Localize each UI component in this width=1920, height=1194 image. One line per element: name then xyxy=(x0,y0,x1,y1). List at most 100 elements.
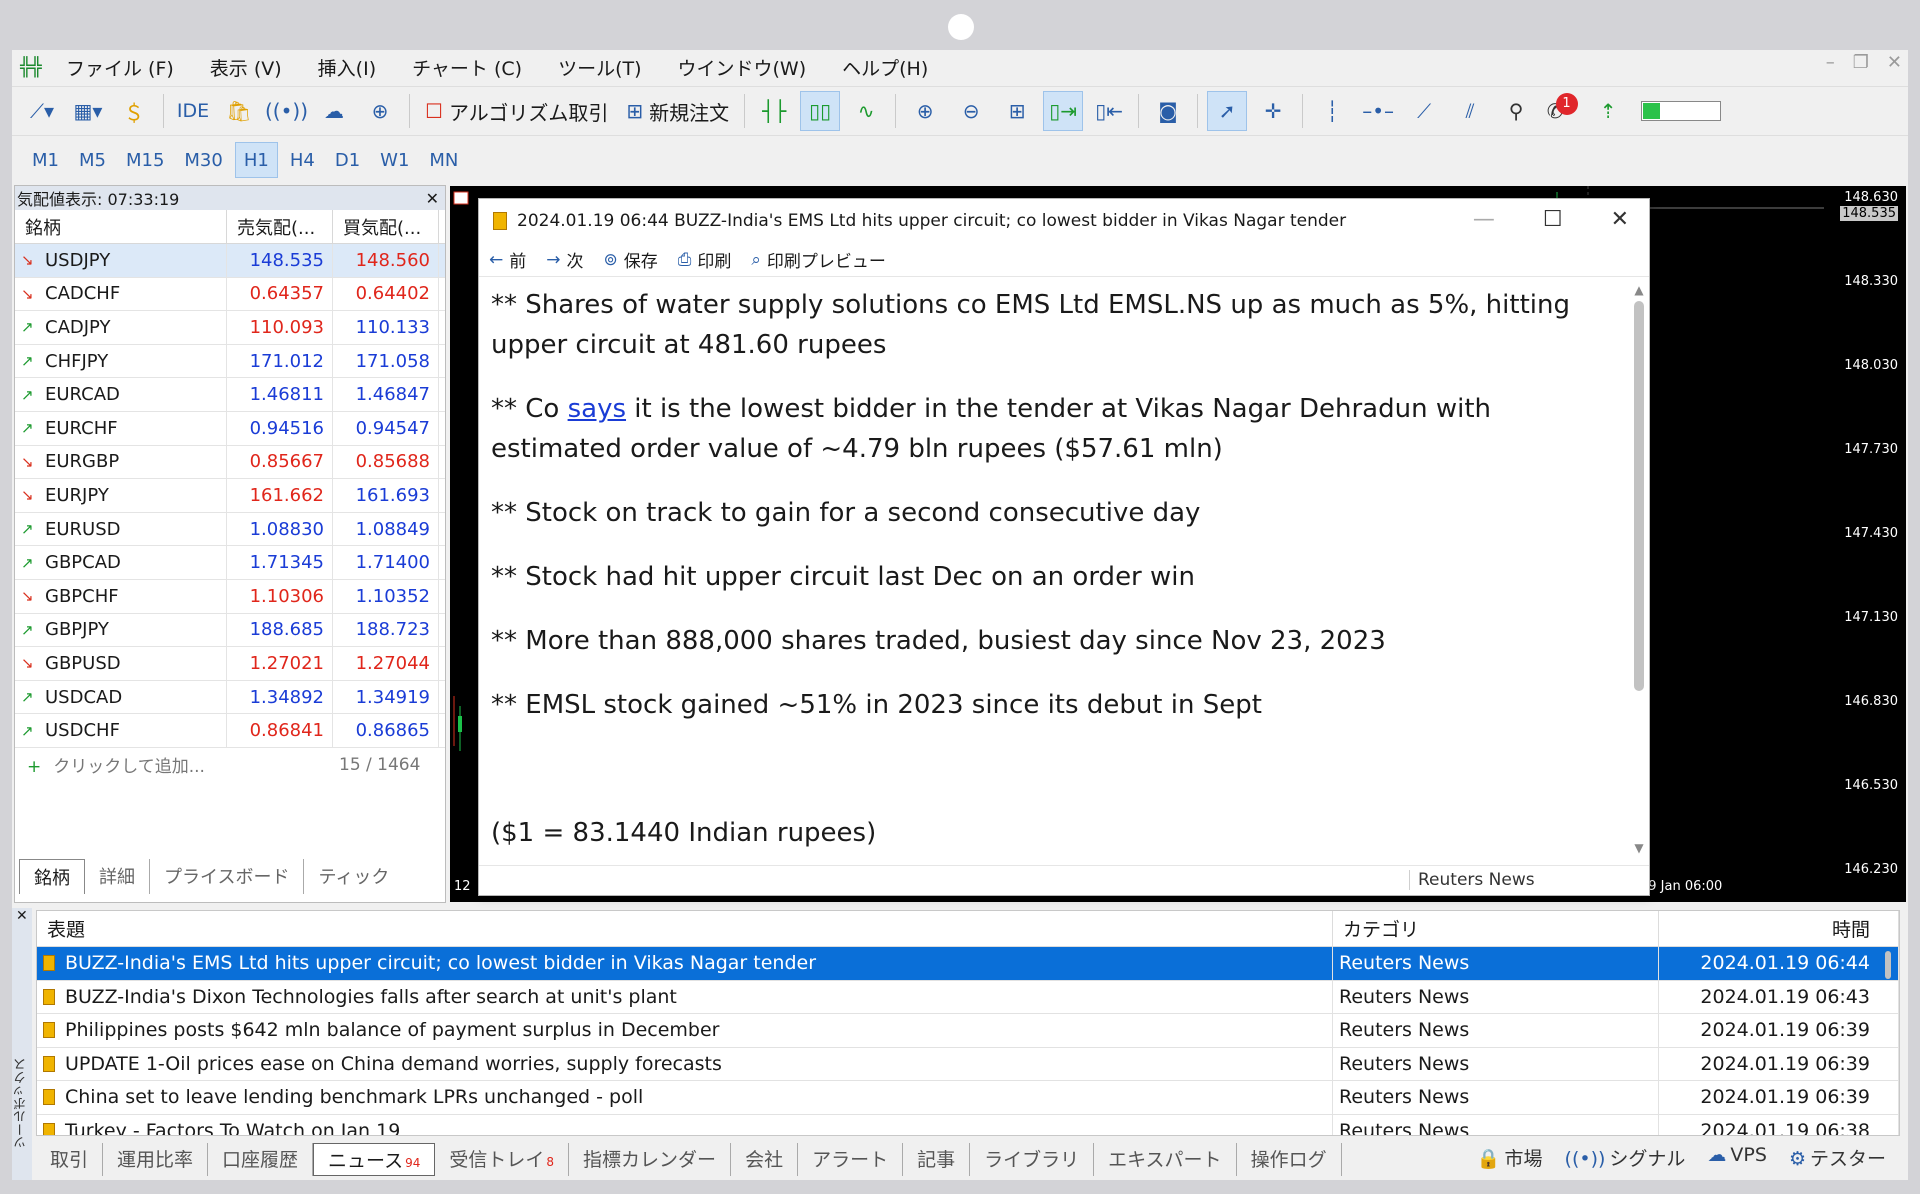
print-button[interactable]: ⎙ 印刷 xyxy=(678,247,732,273)
symbol-row[interactable]: ↗ GBPCAD 1.71345 1.71400 xyxy=(15,546,445,580)
toolbox-tab[interactable]: 操作ログ xyxy=(1237,1142,1342,1176)
news-row[interactable]: Philippines posts $642 mln balance of pa… xyxy=(37,1014,1899,1048)
toolbox-tab[interactable]: ライブラリ xyxy=(970,1142,1095,1176)
trendline-icon[interactable]: ⟋ xyxy=(1404,91,1444,131)
news-row[interactable]: BUZZ-India's Dixon Technologies falls af… xyxy=(37,980,1899,1014)
close-icon[interactable]: ✕ xyxy=(12,908,32,924)
scroll-thumb[interactable] xyxy=(1634,301,1644,691)
toolbox-tab[interactable]: アラート xyxy=(798,1142,904,1176)
tab-priceboard[interactable]: プライスボード xyxy=(150,859,305,894)
crosshair-icon[interactable]: ✛ xyxy=(1253,91,1293,131)
print-preview-button[interactable]: ⌕ 印刷プレビュー xyxy=(751,247,886,273)
news-scrollbar[interactable]: ▲ ▼ xyxy=(1631,283,1647,857)
timeframe-h4[interactable]: H4 xyxy=(282,142,323,178)
cursor-icon[interactable]: ➚ xyxy=(1207,91,1248,131)
search-icon[interactable]: ⚲ xyxy=(1496,91,1536,131)
bar-chart-icon[interactable]: ┤├ xyxy=(754,91,794,131)
news-row[interactable]: China set to leave lending benchmark LPR… xyxy=(37,1081,1899,1115)
candlestick-icon[interactable]: ▯▯ xyxy=(800,91,841,131)
toolbox-tab[interactable]: 指標カレンダー xyxy=(569,1142,732,1176)
forward-button[interactable]: → 次 xyxy=(546,247,583,273)
maximize-icon[interactable]: ☐ xyxy=(1543,207,1563,232)
dollar-icon[interactable]: ＄ xyxy=(114,91,154,131)
menu-file[interactable]: ファイル (F) xyxy=(48,54,192,81)
zoom-in-icon[interactable]: ⊕ xyxy=(905,91,945,131)
market-bag-icon[interactable]: 🛍 xyxy=(219,91,259,131)
scroll-down-icon[interactable]: ▼ xyxy=(1631,841,1647,855)
symbol-row[interactable]: ↗ EURCAD 1.46811 1.46847 xyxy=(15,378,445,412)
restore-icon[interactable]: ❐ xyxy=(1853,52,1869,73)
notification-icon[interactable]: ✆ 1 xyxy=(1542,91,1582,131)
timeframe-m15[interactable]: M15 xyxy=(118,142,172,178)
vps-globe-icon[interactable]: ⊕ xyxy=(360,91,400,131)
timeframe-h1[interactable]: H1 xyxy=(234,142,278,178)
signal-icon[interactable]: ((•)) xyxy=(265,91,308,131)
news-row[interactable]: Turkey - Factors To Watch on Jan 19 Reute… xyxy=(37,1114,1899,1135)
col-category[interactable]: カテゴリ xyxy=(1333,911,1659,946)
toolbox-tab[interactable]: エキスパート xyxy=(1094,1142,1237,1176)
timeframe-w1[interactable]: W1 xyxy=(372,142,417,178)
algo-trading-button[interactable]: ☐ アルゴリズム取引 xyxy=(419,91,614,131)
vps-link[interactable]: ☁ VPS xyxy=(1707,1144,1767,1171)
menu-help[interactable]: ヘルプ(H) xyxy=(824,54,946,81)
says-link[interactable]: says xyxy=(568,394,626,424)
market-link[interactable]: 🔒 市場 xyxy=(1477,1144,1543,1171)
chart-type-icon[interactable]: ⟋▾ xyxy=(22,91,62,131)
ide-button[interactable]: IDE xyxy=(173,91,213,131)
toolbox-tab[interactable]: 受信トレイ 8 xyxy=(435,1142,570,1176)
col-time[interactable]: 時間 xyxy=(1659,911,1899,946)
back-button[interactable]: ← 前 xyxy=(489,247,526,273)
symbol-row[interactable]: ↗ CADJPY 110.093 110.133 xyxy=(15,311,445,345)
save-button[interactable]: ⊚ 保存 xyxy=(604,247,658,273)
col-ask[interactable]: 買気配(... xyxy=(333,210,439,243)
tester-link[interactable]: ⚙ テスター xyxy=(1789,1144,1886,1171)
minimize-icon[interactable]: — xyxy=(1473,207,1495,232)
table-scroll-thumb[interactable] xyxy=(1885,951,1891,979)
toolbox-tab[interactable]: 取引 xyxy=(36,1142,104,1176)
chart-shift-icon[interactable]: ▯⇤ xyxy=(1089,91,1129,131)
menu-window[interactable]: ウインドウ(W) xyxy=(660,54,825,81)
autoscroll-icon[interactable]: ▯⇥ xyxy=(1043,91,1084,131)
line-chart-icon[interactable]: ∿ xyxy=(846,91,886,131)
toolbox-tab[interactable]: 口座履歴 xyxy=(208,1142,314,1176)
scroll-up-icon[interactable]: ▲ xyxy=(1631,283,1647,297)
menu-chart[interactable]: チャート (C) xyxy=(394,54,540,81)
timeframe-m1[interactable]: M1 xyxy=(24,142,67,178)
close-icon[interactable]: ✕ xyxy=(426,189,439,208)
symbol-row[interactable]: ↗ EURCHF 0.94516 0.94547 xyxy=(15,411,445,446)
cloud-icon[interactable]: ☁ xyxy=(314,91,354,131)
symbol-row[interactable]: ↘ GBPUSD 1.27021 1.27044 xyxy=(15,647,445,681)
vertical-line-icon[interactable]: ┆ xyxy=(1312,91,1352,131)
signals-link[interactable]: ((•)) シグナル xyxy=(1565,1144,1686,1171)
toolbox-tab[interactable]: 会社 xyxy=(731,1142,799,1176)
news-row[interactable]: BUZZ-India's EMS Ltd hits upper circuit;… xyxy=(37,947,1899,981)
menu-tools[interactable]: ツール(T) xyxy=(540,54,659,81)
symbol-row[interactable]: ↗ EURUSD 1.08830 1.08849 xyxy=(15,512,445,547)
new-order-button[interactable]: ⊞ 新規注文 xyxy=(620,91,735,131)
toolbox-tab[interactable]: 記事 xyxy=(903,1142,971,1176)
chart-menu-icon[interactable] xyxy=(453,191,469,205)
toolbox-tab[interactable]: 運用比率 xyxy=(103,1142,209,1176)
news-row[interactable]: UPDATE 1-Oil prices ease on China demand… xyxy=(37,1047,1899,1081)
channel-icon[interactable]: ⫽ xyxy=(1450,91,1490,131)
symbol-row[interactable]: ↗ USDCAD 1.34892 1.34919 xyxy=(15,680,445,715)
timeframe-mn[interactable]: MN xyxy=(421,142,466,178)
tab-ticks[interactable]: ティック xyxy=(304,859,403,894)
timeframe-d1[interactable]: D1 xyxy=(327,142,368,178)
add-symbol-row[interactable]: + クリックして追加... 15 / 1464 xyxy=(15,748,445,782)
tab-symbols[interactable]: 銘柄 xyxy=(19,859,85,894)
symbol-row[interactable]: ↘ CADCHF 0.64357 0.64402 xyxy=(15,277,445,312)
symbol-row[interactable]: ↗ CHFJPY 171.012 171.058 xyxy=(15,344,445,379)
horizontal-line-icon[interactable]: –•– xyxy=(1358,91,1398,131)
close-icon[interactable]: ✕ xyxy=(1611,207,1629,232)
symbol-row[interactable]: ↘ GBPCHF 1.10306 1.10352 xyxy=(15,579,445,614)
symbol-row[interactable]: ↗ USDCHF 0.86841 0.86865 xyxy=(15,714,445,748)
tile-windows-icon[interactable]: ⊞ xyxy=(997,91,1037,131)
col-bid[interactable]: 売気配(... xyxy=(227,210,333,243)
menu-view[interactable]: 表示 (V) xyxy=(192,54,300,81)
symbol-row[interactable]: ↘ EURGBP 0.85667 0.85688 xyxy=(15,445,445,480)
col-symbol[interactable]: 銘柄 xyxy=(15,210,227,243)
price-axis[interactable]: 148.630 148.330 148.030 147.730 147.430 147.1… xyxy=(1824,186,1906,902)
symbol-row[interactable]: ↗ GBPJPY 188.685 188.723 xyxy=(15,613,445,648)
toolbox-tab[interactable]: ニュース 94 xyxy=(313,1142,436,1176)
